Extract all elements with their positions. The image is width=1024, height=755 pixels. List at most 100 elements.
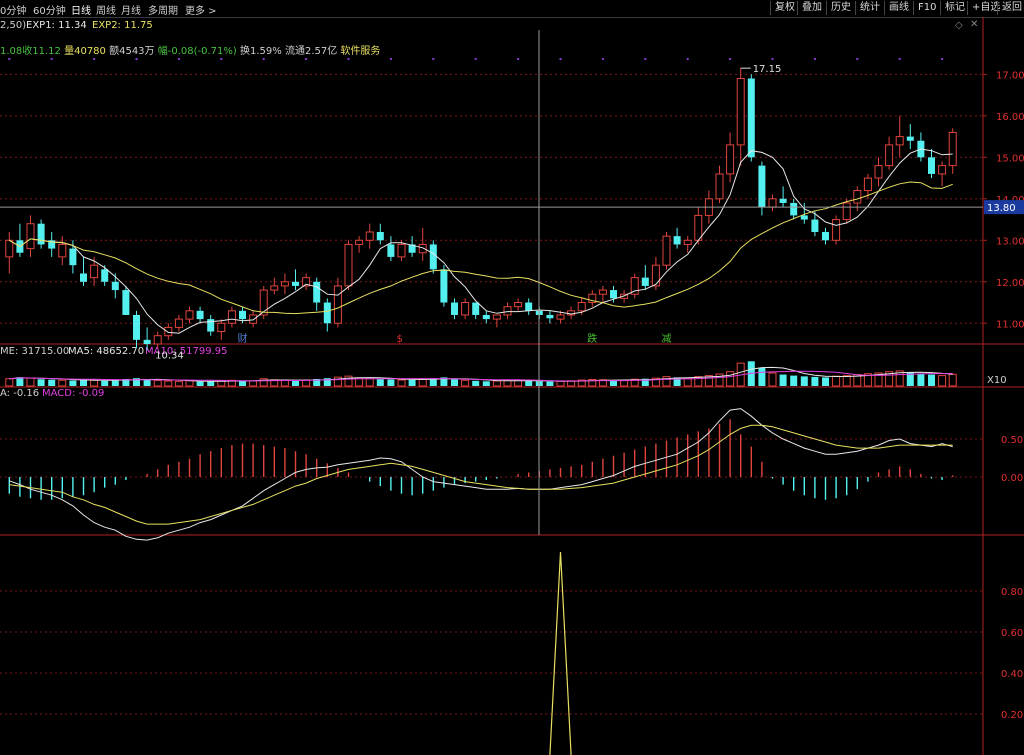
candle-up xyxy=(514,302,523,308)
candle-down xyxy=(122,290,130,315)
volume-bar-up xyxy=(492,380,501,387)
low-price-label: 10.34 xyxy=(155,351,184,362)
candle-up xyxy=(863,177,872,192)
macd-dif-line xyxy=(9,408,953,541)
volume-bar-up xyxy=(174,380,183,387)
volume-bar-up xyxy=(620,380,629,387)
price-tick-label: 11.00 xyxy=(996,319,1024,330)
volume-bar-down xyxy=(800,376,808,386)
candle-down xyxy=(811,219,819,232)
candle-down xyxy=(80,273,87,282)
volume-bar-up xyxy=(90,379,99,387)
kline-chart[interactable]: 17.1510.34财$跌减 17.0016.0015.0014.0013.00… xyxy=(0,0,1024,755)
volume-bar-down xyxy=(790,375,798,386)
volume-bar-down xyxy=(143,379,151,386)
date-marker xyxy=(8,58,11,60)
volume-bar-up xyxy=(832,375,841,387)
date-marker xyxy=(856,58,859,60)
candle-down xyxy=(101,269,109,282)
candle-up xyxy=(895,136,904,146)
event-marker: 跌 xyxy=(587,332,597,345)
candle-up xyxy=(153,335,162,345)
candle-up xyxy=(948,131,957,167)
candle-up xyxy=(174,318,183,328)
volume-bar-down xyxy=(196,381,204,386)
date-marker xyxy=(135,58,138,60)
volume-bar-down xyxy=(69,380,77,386)
volume-bar-up xyxy=(217,380,226,387)
bottom-tick-label: 0.60 xyxy=(1001,628,1023,639)
volume-bar-down xyxy=(482,381,490,386)
candle-up xyxy=(938,165,947,175)
candle-down xyxy=(133,314,140,340)
candle-down xyxy=(451,302,458,315)
volume-bar-down xyxy=(292,380,299,386)
volume-bar-down xyxy=(408,379,416,386)
volume-bar-down xyxy=(387,379,395,386)
volume-unit-label: X10 xyxy=(987,375,1007,386)
candle-up xyxy=(5,239,14,258)
volume-bar-down xyxy=(207,381,215,386)
candle-down xyxy=(37,223,45,245)
volume-bar-up xyxy=(418,378,427,387)
volume-bar-up xyxy=(556,380,565,387)
volume-bar-down xyxy=(451,379,458,386)
candle-down xyxy=(822,232,829,241)
volume-bar-down xyxy=(610,380,617,386)
volume-bar-down xyxy=(546,381,554,386)
candle-up xyxy=(249,314,258,324)
date-marker xyxy=(644,58,647,60)
date-marker xyxy=(93,58,96,60)
candle-up xyxy=(333,285,342,324)
volume-bar-up xyxy=(948,373,957,387)
volume-bar-down xyxy=(928,374,935,386)
volume-bar-up xyxy=(461,379,470,387)
volume-bar-down xyxy=(822,377,829,386)
candle-up xyxy=(397,243,406,258)
volume-bar-up xyxy=(26,377,35,387)
candle-up xyxy=(715,173,724,200)
event-marker: 减 xyxy=(662,333,672,345)
date-marker xyxy=(517,58,520,60)
macd-panel xyxy=(8,408,954,541)
candle-down xyxy=(387,244,395,257)
candle-up xyxy=(227,310,236,324)
macd-tick-label: 0.00 xyxy=(1001,473,1023,484)
volume-bar-down xyxy=(917,373,925,386)
volume-bar-down xyxy=(111,380,119,386)
volume-bar-down xyxy=(472,380,480,386)
candles xyxy=(5,68,957,351)
candle-down xyxy=(779,198,787,203)
date-marker xyxy=(559,58,562,60)
candle-down xyxy=(313,281,321,303)
volume-bar-down xyxy=(376,379,384,386)
candle-up xyxy=(503,306,512,316)
volume-bar-up xyxy=(280,379,289,387)
volume-bar-down xyxy=(101,380,109,386)
volume-bar-up xyxy=(153,380,162,387)
candle-up xyxy=(355,239,364,245)
moving-average-lines: 17.15 10.34 财 $ 跌 减 xyxy=(9,64,953,362)
candle-down xyxy=(196,310,204,320)
candle-up xyxy=(832,219,841,241)
candle-up xyxy=(853,190,862,204)
bottom-panel xyxy=(549,552,572,755)
candle-up xyxy=(461,302,470,316)
volume-bar-down xyxy=(48,379,56,386)
volume-bar-down xyxy=(779,374,787,386)
candle-down xyxy=(472,302,480,315)
candle-down xyxy=(546,314,554,319)
candle-up xyxy=(58,243,67,258)
volume-bar-up xyxy=(397,379,406,387)
bottom-tick-label: 0.40 xyxy=(1001,669,1023,680)
candle-up xyxy=(842,202,851,221)
candle-down xyxy=(376,232,384,241)
date-marker xyxy=(262,58,265,60)
volume-bar-down xyxy=(80,379,87,386)
date-marker xyxy=(177,58,180,60)
volume-bar-up xyxy=(164,380,173,387)
candle-up xyxy=(26,223,35,250)
candle-down xyxy=(239,310,246,320)
ma-short-line xyxy=(9,148,953,334)
price-axis: 17.0016.0015.0014.0013.0012.0011.000.500… xyxy=(983,70,1024,721)
